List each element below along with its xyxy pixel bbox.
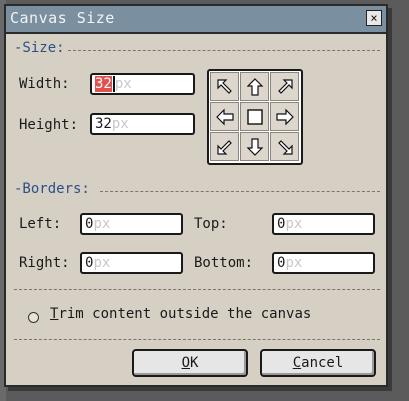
top-unit: px xyxy=(285,216,303,232)
height-label: Height: xyxy=(19,117,79,133)
close-icon[interactable]: × xyxy=(366,10,382,26)
anchor-top-right[interactable] xyxy=(270,72,299,101)
width-label: Width: xyxy=(19,76,70,92)
arrow-up-icon xyxy=(246,77,263,96)
bottom-input[interactable]: 0px xyxy=(272,252,375,274)
borders-divider xyxy=(100,191,380,192)
buttons-divider xyxy=(14,339,380,340)
anchor-right[interactable] xyxy=(270,102,299,131)
trim-label[interactable]: Trim content outside the canvas xyxy=(50,306,311,322)
center-square-icon xyxy=(246,108,263,125)
left-input[interactable]: 0px xyxy=(80,213,183,235)
left-unit: px xyxy=(93,216,111,232)
left-label: Left: xyxy=(19,216,62,232)
anchor-bottom-left[interactable] xyxy=(210,132,239,161)
title-bar[interactable]: Canvas Size × xyxy=(6,6,386,34)
anchor-bottom-right[interactable] xyxy=(270,132,299,161)
anchor-grid xyxy=(207,69,303,165)
arrow-down-icon xyxy=(246,137,263,156)
cancel-mnemonic: C xyxy=(292,355,302,371)
anchor-left[interactable] xyxy=(210,102,239,131)
dialog-title: Canvas Size xyxy=(10,9,115,27)
trim-label-text: rim content outside the canvas xyxy=(58,306,312,322)
arrow-left-icon xyxy=(215,108,234,125)
anchor-bottom[interactable] xyxy=(240,132,269,161)
height-unit: px xyxy=(111,116,129,132)
cancel-button[interactable]: Cancel xyxy=(260,349,376,377)
right-input[interactable]: 0px xyxy=(80,252,183,274)
width-input[interactable]: 32 px xyxy=(90,73,195,95)
height-value: 32 xyxy=(95,116,112,132)
right-unit: px xyxy=(93,255,111,271)
height-input[interactable]: 32px xyxy=(90,113,195,135)
anchor-top[interactable] xyxy=(240,72,269,101)
canvas-size-dialog: Canvas Size × -Size: Width: 32 px Height:… xyxy=(4,4,388,387)
ok-button[interactable]: OK xyxy=(132,349,248,377)
size-section-title: -Size: xyxy=(14,40,65,56)
trim-checkbox[interactable] xyxy=(28,312,39,323)
right-label: Right: xyxy=(19,255,70,271)
width-value: 32 xyxy=(95,76,112,92)
options-divider xyxy=(14,289,380,290)
arrow-down-left-icon xyxy=(216,139,232,155)
arrow-right-icon xyxy=(275,108,294,125)
width-unit: px xyxy=(114,76,132,92)
bottom-unit: px xyxy=(285,255,303,271)
borders-section-title: -Borders: xyxy=(14,181,90,197)
cancel-label: ancel xyxy=(301,355,344,371)
top-label: Top: xyxy=(194,216,228,232)
anchor-top-left[interactable] xyxy=(210,72,239,101)
arrow-up-left-icon xyxy=(216,78,232,94)
top-input[interactable]: 0px xyxy=(272,213,375,235)
arrow-down-right-icon xyxy=(277,139,293,155)
anchor-center[interactable] xyxy=(240,102,269,131)
ok-mnemonic: O xyxy=(181,355,190,371)
size-divider xyxy=(68,50,380,51)
ok-label: K xyxy=(190,355,199,371)
arrow-up-right-icon xyxy=(277,78,293,94)
bottom-label: Bottom: xyxy=(194,255,254,271)
